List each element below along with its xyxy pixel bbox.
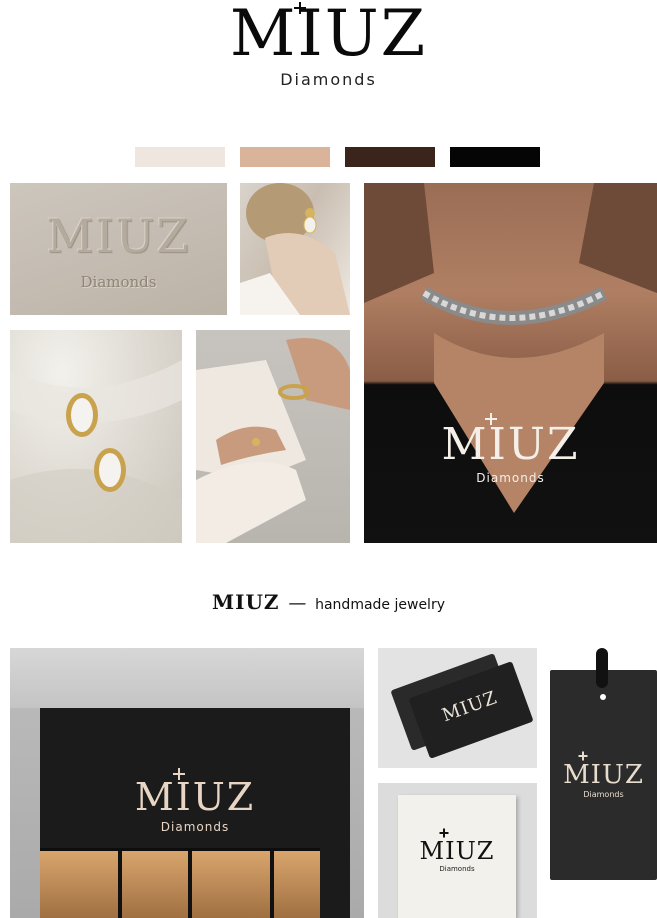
store-sign: MIUZ Diamonds bbox=[40, 778, 350, 834]
business-cards-mockup: MIUZ bbox=[378, 648, 537, 768]
store-sign-subtitle: Diamonds bbox=[160, 820, 230, 834]
tag-subtitle: Diamonds bbox=[583, 790, 624, 799]
store-wall bbox=[10, 648, 364, 708]
sparkle-icon bbox=[485, 413, 497, 425]
tagline: MIUZ — handmade jewelry bbox=[0, 590, 657, 614]
bracelet-illustration bbox=[196, 338, 350, 543]
palette-swatch-1 bbox=[135, 147, 225, 167]
overlay-subtitle: Diamonds bbox=[476, 471, 545, 485]
earring-photo bbox=[240, 183, 350, 315]
tag-string bbox=[596, 648, 608, 688]
palette-swatch-3 bbox=[345, 147, 435, 167]
necklace-illustration bbox=[364, 183, 657, 513]
sparkle-icon bbox=[173, 768, 185, 780]
tagline-dash: — bbox=[288, 593, 307, 614]
store-window bbox=[40, 848, 320, 918]
hang-tag: MIUZ Diamonds bbox=[550, 670, 657, 880]
palette-swatch-4 bbox=[450, 147, 540, 167]
brand-subtitle: Diamonds bbox=[280, 70, 377, 89]
sparkle-icon bbox=[294, 2, 306, 14]
business-card: MIUZ bbox=[408, 661, 534, 759]
box-lid: MIUZ Diamonds bbox=[398, 795, 516, 918]
necklace-brand-overlay: MIUZ Diamonds bbox=[364, 419, 657, 486]
brand-name: MIUZ bbox=[229, 0, 428, 71]
embossed-subtitle: Diamonds bbox=[80, 273, 157, 291]
pearl-earrings-illustration bbox=[10, 360, 182, 543]
tagline-brand: MIUZ bbox=[212, 590, 280, 614]
tag-hole bbox=[600, 694, 606, 700]
tagline-text: handmade jewelry bbox=[315, 597, 445, 613]
palette-swatch-2 bbox=[240, 147, 330, 167]
necklace-photo: MIUZ Diamonds bbox=[364, 183, 657, 543]
overlay-brand: MIUZ bbox=[441, 419, 580, 470]
pearl-earrings-photo bbox=[10, 330, 182, 543]
embossed-brand: MIUZ bbox=[46, 209, 191, 263]
tag-brand-text: MIUZ bbox=[563, 760, 644, 790]
brand-logo: MIUZ Diamonds bbox=[0, 0, 657, 89]
embossed-logo-photo: MIUZ Diamonds bbox=[10, 183, 227, 315]
earring-illustration bbox=[240, 183, 350, 315]
bracelet-photo bbox=[196, 330, 350, 543]
gift-box-mockup: MIUZ Diamonds bbox=[378, 783, 537, 918]
storefront-mockup: MIUZ Diamonds bbox=[10, 648, 364, 918]
hang-tag-mockup: MIUZ Diamonds bbox=[550, 648, 657, 918]
box-subtitle: Diamonds bbox=[439, 865, 475, 873]
box-brand: MIUZ bbox=[419, 837, 495, 865]
store-sign-brand: MIUZ bbox=[134, 775, 256, 819]
sparkle-icon bbox=[440, 828, 449, 837]
sparkle-icon bbox=[578, 751, 587, 760]
